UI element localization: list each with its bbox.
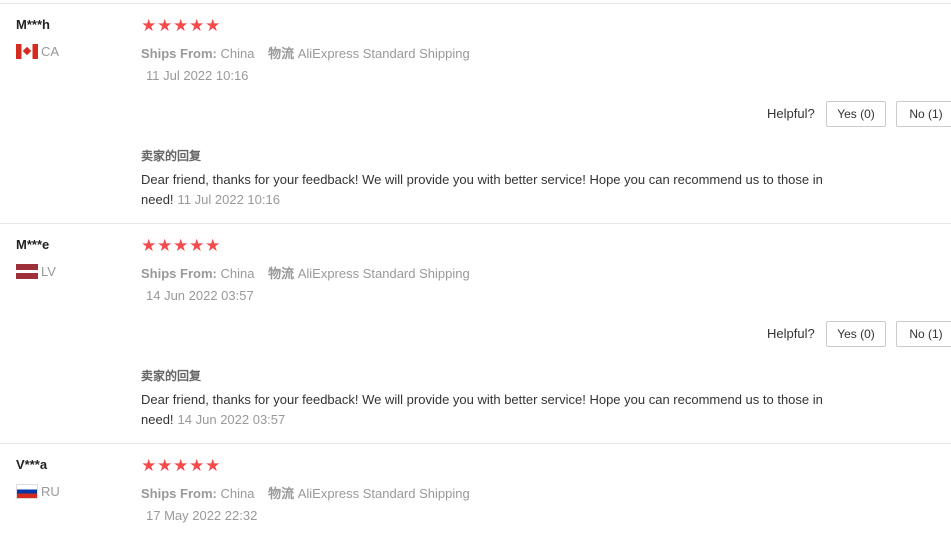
ships-from-label: Ships From: bbox=[141, 486, 217, 501]
star-icon: ★ bbox=[141, 16, 157, 35]
shipping-info: Ships From: China 物流 AliExpress Standard… bbox=[141, 483, 470, 502]
seller-reply-date: 11 Jul 2022 10:16 bbox=[177, 192, 280, 207]
reviewer-country: CA bbox=[16, 44, 59, 59]
star-icon: ★ bbox=[173, 236, 189, 255]
country-code: CA bbox=[41, 44, 60, 59]
star-rating: ★ ★ ★ ★ ★ bbox=[141, 236, 221, 256]
seller-reply-date: 14 Jun 2022 03:57 bbox=[177, 412, 286, 427]
star-icon: ★ bbox=[189, 456, 205, 475]
review-date: 11 Jul 2022 10:16 bbox=[146, 68, 249, 83]
star-icon: ★ bbox=[173, 456, 189, 475]
shipping-info: Ships From: China 物流 AliExpress Standard… bbox=[141, 263, 470, 282]
star-icon: ★ bbox=[205, 236, 221, 255]
star-icon: ★ bbox=[205, 16, 221, 35]
logistics-value: AliExpress Standard Shipping bbox=[297, 266, 470, 281]
logistics-value: AliExpress Standard Shipping bbox=[297, 486, 470, 501]
logistics-label: 物流 bbox=[268, 486, 295, 501]
reviewer-name: M***e bbox=[16, 237, 50, 252]
helpful-no-button[interactable]: No (1) bbox=[896, 101, 951, 127]
review-item: M***e LV ★ ★ ★ ★ ★ Ships From: China 物流 AliE… bbox=[0, 223, 951, 443]
reviewer-name: M***h bbox=[16, 17, 50, 32]
russia-flag-icon bbox=[16, 484, 38, 499]
star-icon: ★ bbox=[141, 456, 157, 475]
reviewer-country: LV bbox=[16, 264, 56, 279]
star-icon: ★ bbox=[189, 16, 205, 35]
shipping-info: Ships From: China 物流 AliExpress Standard… bbox=[141, 43, 470, 62]
reviewer-country: RU bbox=[16, 484, 60, 499]
latvia-flag-icon bbox=[16, 264, 38, 279]
star-rating: ★ ★ ★ ★ ★ bbox=[141, 16, 221, 36]
star-icon: ★ bbox=[173, 16, 189, 35]
ships-from-value: China bbox=[220, 46, 255, 61]
star-icon: ★ bbox=[157, 456, 173, 475]
helpful-label: Helpful? bbox=[767, 326, 815, 341]
review-item: M***h CA ★ ★ ★ ★ ★ Ships From: China 物流 AliE… bbox=[0, 3, 951, 223]
review-date: 17 May 2022 22:32 bbox=[146, 508, 258, 523]
star-icon: ★ bbox=[189, 236, 205, 255]
helpful-no-button[interactable]: No (1) bbox=[896, 321, 951, 347]
review-date: 14 Jun 2022 03:57 bbox=[146, 288, 254, 303]
ships-from-label: Ships From: bbox=[141, 266, 217, 281]
logistics-value: AliExpress Standard Shipping bbox=[297, 46, 470, 61]
helpful-label: Helpful? bbox=[767, 106, 815, 121]
star-icon: ★ bbox=[157, 16, 173, 35]
star-rating: ★ ★ ★ ★ ★ bbox=[141, 456, 221, 476]
country-code: LV bbox=[41, 264, 56, 279]
star-icon: ★ bbox=[205, 456, 221, 475]
helpful-yes-button[interactable]: Yes (0) bbox=[826, 101, 886, 127]
star-icon: ★ bbox=[157, 236, 173, 255]
star-icon: ★ bbox=[141, 236, 157, 255]
logistics-label: 物流 bbox=[268, 266, 295, 281]
seller-reply-title: 卖家的回复 bbox=[141, 369, 202, 383]
canada-flag-icon bbox=[16, 44, 38, 59]
helpful-yes-button[interactable]: Yes (0) bbox=[826, 321, 886, 347]
ships-from-label: Ships From: bbox=[141, 46, 217, 61]
ships-from-value: China bbox=[220, 486, 255, 501]
reviewer-name: V***a bbox=[16, 457, 48, 472]
seller-reply: Dear friend, thanks for your feedback! W… bbox=[141, 170, 831, 210]
ships-from-value: China bbox=[220, 266, 255, 281]
logistics-label: 物流 bbox=[268, 46, 295, 61]
country-code: RU bbox=[41, 484, 60, 499]
seller-reply-title: 卖家的回复 bbox=[141, 149, 202, 163]
seller-reply: Dear friend, thanks for your feedback! W… bbox=[141, 390, 831, 430]
review-item: V***a RU ★ ★ ★ ★ ★ Ships From: China 物流 AliE… bbox=[0, 443, 951, 535]
